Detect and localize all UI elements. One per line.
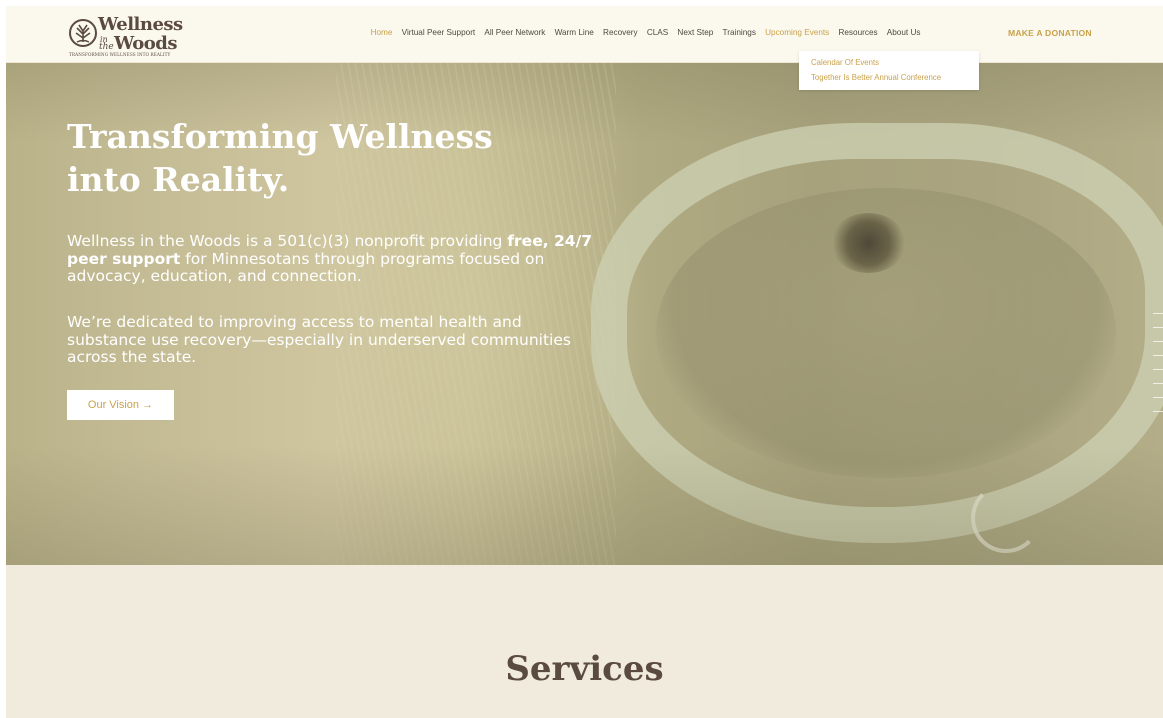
hero-description-part1: Wellness in the Woods is a 501(c)(3) non… — [67, 232, 508, 250]
hero-background-eye — [831, 213, 906, 273]
services-heading: Services — [505, 649, 664, 689]
nav-item-next-step[interactable]: Next Step — [673, 28, 718, 37]
slide-indicator[interactable] — [1153, 313, 1163, 423]
logo-tagline: TRANSFORMING WELLNESS INTO REALITY — [69, 52, 171, 57]
hero-background-shade-bottom — [6, 445, 1163, 565]
hero-mission: We’re dedicated to improving access to m… — [67, 313, 571, 366]
nav-item-upcoming-events[interactable]: Upcoming Events — [761, 28, 834, 37]
our-vision-button[interactable]: Our Vision → — [67, 390, 174, 420]
upcoming-events-dropdown: Calendar Of Events Together Is Better An… — [799, 51, 979, 90]
hero-title: Transforming Wellness into Reality. — [67, 115, 587, 201]
hero-description: Wellness in the Woods is a 501(c)(3) non… — [67, 232, 597, 286]
services-section: Services — [6, 565, 1163, 718]
hero-section: Transforming Wellness into Reality. Well… — [6, 63, 1163, 565]
nav-item-virtual-peer-support[interactable]: Virtual Peer Support — [397, 28, 480, 37]
nav-item-trainings[interactable]: Trainings — [718, 28, 761, 37]
make-donation-link[interactable]: MAKE A DONATION — [1008, 28, 1092, 38]
nav-item-warm-line[interactable]: Warm Line — [550, 28, 598, 37]
tree-logo-icon — [69, 19, 97, 47]
dropdown-item-calendar-of-events[interactable]: Calendar Of Events — [811, 55, 979, 70]
hero-title-line2: into Reality. — [67, 160, 290, 199]
page: Wellness in the Woods TRANSFORMING WELLN… — [6, 6, 1163, 718]
main-nav: Home Virtual Peer Support All Peer Netwo… — [366, 28, 925, 37]
nav-item-all-peer-network[interactable]: All Peer Network — [480, 28, 550, 37]
hero-title-line1: Transforming Wellness — [67, 117, 493, 156]
nav-item-about-us[interactable]: About Us — [882, 28, 925, 37]
logo-wordmark-wellness: Wellness — [98, 14, 183, 35]
logo-wordmark-woods: Woods — [114, 33, 177, 54]
nav-item-recovery[interactable]: Recovery — [598, 28, 642, 37]
dropdown-item-annual-conference[interactable]: Together Is Better Annual Conference — [811, 70, 979, 85]
site-header: Wellness in the Woods TRANSFORMING WELLN… — [6, 6, 1163, 63]
logo[interactable]: Wellness in the Woods TRANSFORMING WELLN… — [68, 14, 188, 58]
nav-item-clas[interactable]: CLAS — [642, 28, 673, 37]
logo-wordmark-the: the — [99, 42, 114, 52]
nav-item-home[interactable]: Home — [366, 28, 397, 37]
nav-item-resources[interactable]: Resources — [834, 28, 882, 37]
